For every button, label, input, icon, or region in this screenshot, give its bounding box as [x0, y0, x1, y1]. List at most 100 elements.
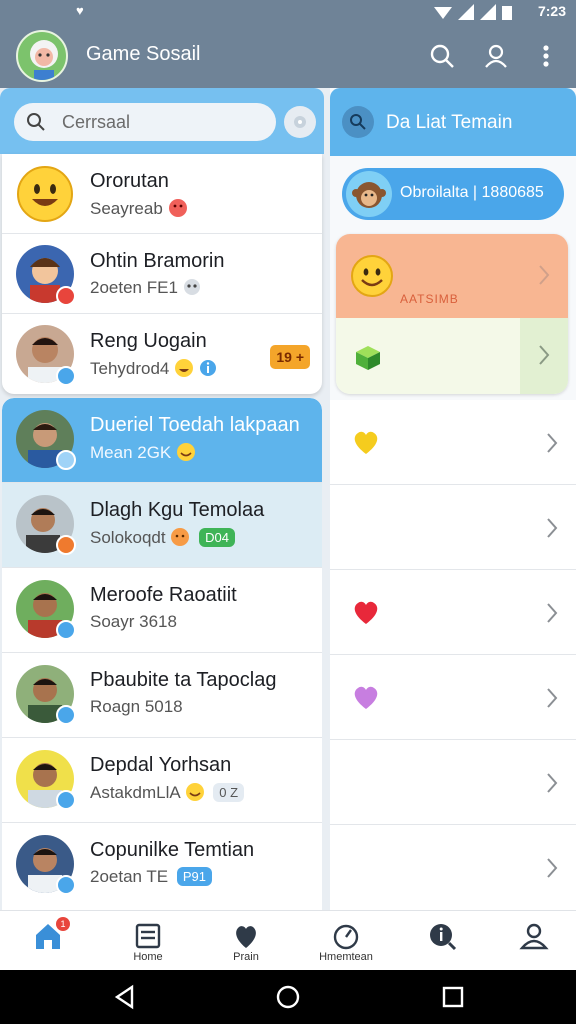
chat-row[interactable]: Reng Uogain Tehydrod4 19 + — [2, 314, 322, 394]
chat-preview: Tehydrod4 — [90, 358, 217, 379]
chat-preview: Mean 2GK — [90, 442, 196, 463]
home-circle-icon[interactable] — [275, 984, 301, 1010]
status-bar: ♥ 7:23 — [0, 0, 576, 24]
nav-label: Home — [133, 951, 163, 963]
status-badge — [56, 620, 76, 640]
more-options-button[interactable] — [530, 40, 562, 72]
feature-row[interactable]: AATSIMB — [336, 234, 568, 318]
grin-face-icon — [185, 783, 204, 801]
monkey-icon — [352, 182, 386, 208]
search-friends-button[interactable] — [342, 106, 374, 138]
friends-header: Da Liat Temain — [330, 88, 576, 156]
chat-row[interactable]: Dlagh Kgu Temolaa Solokoqdt D04 — [2, 483, 322, 568]
chat-row[interactable]: Pbaubite ta Tapoclag Roagn 5018 — [2, 653, 322, 738]
status-icons — [434, 4, 512, 20]
chat-preview: 2oeten FE1 — [90, 278, 201, 298]
signal-icon — [458, 4, 474, 20]
nav-profile[interactable] — [486, 911, 576, 971]
status-badge — [56, 286, 76, 306]
monkey-avatar — [346, 171, 392, 217]
wifi-icon — [434, 7, 452, 19]
chat-chip: D04 — [199, 528, 235, 547]
yellow-heart-icon — [354, 431, 378, 454]
search-box[interactable] — [14, 103, 276, 141]
chat-row[interactable]: Depdal Yorhsan AstakdmLlA 0 Z — [2, 738, 322, 823]
notification-badge: 1 — [56, 917, 70, 931]
profile-pill-text: Obroilalta | 1880685 — [400, 184, 544, 201]
filter-icon — [294, 116, 306, 128]
search-button[interactable] — [426, 40, 458, 72]
chevron-right-icon — [547, 433, 558, 453]
search-input[interactable] — [62, 111, 262, 133]
chat-name: Copunilke Temtian — [90, 839, 255, 861]
grin-face-icon — [175, 359, 194, 377]
chat-preview: Solokoqdt D04 — [90, 527, 235, 548]
chat-preview-text: AstakdmLlA — [90, 783, 180, 802]
friend-row[interactable] — [330, 655, 576, 740]
signal-icon-2 — [480, 4, 496, 20]
chat-preview-text: 2oeten FE1 — [90, 278, 178, 297]
sheep-avatar-icon — [30, 40, 58, 80]
compass-icon — [333, 924, 359, 950]
chat-preview-text: Mean 2GK — [90, 443, 172, 462]
pinned-chats-card: Ororutan Seayreab Ohtin Bramorin 2oeten … — [2, 154, 322, 394]
recents-icon[interactable] — [440, 984, 466, 1010]
chat-list-panel: Ororutan Seayreab Ohtin Bramorin 2oeten … — [0, 88, 326, 910]
chat-preview: 2oetan TE P91 — [90, 867, 213, 887]
nav-news[interactable]: Home — [100, 911, 196, 971]
bottom-navigation: 1 Home Prain Hmemtean — [0, 910, 576, 970]
chat-preview: Soayr 3618 — [90, 612, 177, 631]
chat-row-active[interactable]: Dueriel Toedah lakpaan Mean 2GK — [2, 398, 322, 483]
friend-row[interactable] — [330, 400, 576, 485]
friends-list — [330, 400, 576, 910]
profile-button[interactable] — [480, 40, 512, 72]
nav-discover[interactable] — [394, 911, 490, 971]
smiley-face-icon — [351, 255, 393, 297]
search-icon — [430, 44, 454, 68]
friend-row[interactable] — [330, 825, 576, 910]
nav-favorites[interactable]: Prain — [198, 911, 294, 971]
chat-name: Reng Uogain — [90, 330, 207, 352]
feature-card: AATSIMB — [336, 234, 568, 394]
chat-name: Meroofe Raoatiit — [90, 584, 237, 606]
chat-row[interactable]: Ororutan Seayreab — [2, 154, 322, 234]
status-badge — [56, 450, 76, 470]
age-tag: 19 + — [270, 345, 310, 369]
app-logo-avatar[interactable] — [16, 30, 68, 82]
chat-name: Depdal Yorhsan — [90, 754, 232, 776]
chat-row[interactable]: Meroofe Raoatiit Soayr 3618 — [2, 568, 322, 653]
status-badge — [56, 535, 76, 555]
nav-explore[interactable]: Hmemtean — [298, 911, 394, 971]
search-filter-button[interactable] — [284, 106, 316, 138]
nav-home[interactable]: 1 — [0, 911, 96, 971]
status-badge — [56, 790, 76, 810]
friend-row[interactable] — [330, 485, 576, 570]
red-heart-icon — [354, 601, 378, 624]
friend-row[interactable] — [330, 570, 576, 655]
system-navigation-bar — [0, 970, 576, 1024]
chat-row[interactable]: Copunilke Temtian 2oetan TE P91 — [2, 823, 322, 908]
back-icon[interactable] — [112, 984, 138, 1010]
chat-name: Ohtin Bramorin — [90, 250, 225, 272]
nav-label: Hmemtean — [319, 951, 373, 963]
info-icon — [199, 360, 216, 376]
smiley-face-icon — [17, 166, 73, 222]
chevron-right-icon — [547, 518, 558, 538]
battery-icon — [502, 6, 512, 20]
chat-preview-text: Tehydrod4 — [90, 359, 170, 378]
friends-panel: Da Liat Temain Obroilalta | 1880685 AATS… — [330, 88, 576, 910]
feature-row[interactable] — [336, 318, 568, 394]
clock: 7:23 — [537, 3, 566, 19]
chat-row[interactable]: Ohtin Bramorin 2oeten FE1 — [2, 234, 322, 314]
news-icon — [135, 923, 161, 949]
chat-name: Dlagh Kgu Temolaa — [90, 499, 265, 521]
friend-row[interactable] — [330, 740, 576, 825]
search-icon — [350, 114, 366, 130]
chat-preview: Roagn 5018 — [90, 697, 183, 716]
person-icon — [519, 923, 549, 950]
status-badge — [56, 705, 76, 725]
chevron-right-icon — [539, 345, 550, 365]
search-bar-container — [0, 88, 324, 154]
profile-pill[interactable]: Obroilalta | 1880685 — [342, 168, 564, 220]
smile-face-icon — [177, 443, 195, 461]
